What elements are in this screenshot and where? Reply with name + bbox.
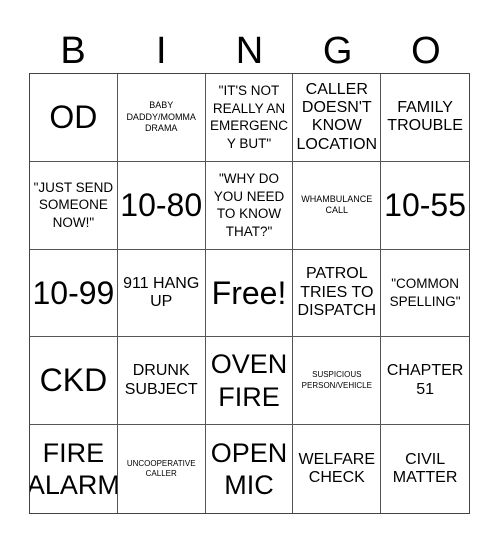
bingo-cell[interactable]: "WHY DO YOU NEED TO KNOW THAT?" (205, 161, 294, 250)
bingo-cell[interactable]: UNCOOPERATIVE CALLER (118, 425, 206, 513)
bingo-cell[interactable]: OPEN MIC (206, 425, 294, 513)
bingo-cell[interactable]: "COMMON SPELLING" (381, 250, 469, 338)
header-letter-i: I (156, 30, 167, 72)
bingo-cell[interactable]: WHAMBULANCE CALL (293, 161, 382, 250)
bingo-cell[interactable]: 10-80 (117, 161, 206, 250)
bingo-cell[interactable]: 911 HANG UP (117, 249, 206, 338)
bingo-cell[interactable]: CHAPTER 51 (381, 337, 469, 426)
bingo-header: B I N G O (29, 30, 470, 72)
header-letter-n: N (235, 30, 264, 72)
bingo-grid: OD BABY DADDY/MOMMA DRAMA "IT'S NOT REALLY… (29, 73, 470, 514)
header-letter-b: B (60, 30, 86, 72)
bingo-cell[interactable]: "IT'S NOT REALLY AN EMERGENCY BUT" (205, 74, 294, 162)
bingo-cell[interactable]: OD (30, 74, 118, 162)
bingo-cell[interactable]: BABY DADDY/MOMMA DRAMA (117, 74, 206, 162)
bingo-cell[interactable]: CKD (30, 337, 118, 426)
bingo-cell[interactable]: DRUNK SUBJECT (117, 337, 206, 426)
header-letter-o: O (411, 30, 441, 72)
bingo-cell[interactable]: PATROL TRIES TO DISPATCH (293, 249, 382, 338)
bingo-cell[interactable]: OVEN FIRE (205, 337, 294, 426)
bingo-cell[interactable]: 10-55 (381, 162, 469, 250)
bingo-cell[interactable]: FAMILY TROUBLE (381, 74, 469, 162)
bingo-cell[interactable]: "JUST SEND SOMEONE NOW!" (30, 161, 118, 250)
free-space-cell[interactable]: Free! (205, 249, 294, 338)
bingo-cell[interactable]: CIVIL MATTER (381, 425, 469, 513)
bingo-cell[interactable]: WELFARE CHECK (293, 425, 382, 513)
bingo-cell[interactable]: 10-99 (30, 249, 118, 338)
bingo-cell[interactable]: FIRE ALARM (30, 425, 118, 513)
bingo-cell[interactable]: CALLER DOESN'T KNOW LOCATION (293, 74, 382, 162)
header-letter-g: G (322, 30, 353, 72)
bingo-cell[interactable]: SUSPICIOUS PERSON/VEHICLE (293, 337, 382, 426)
